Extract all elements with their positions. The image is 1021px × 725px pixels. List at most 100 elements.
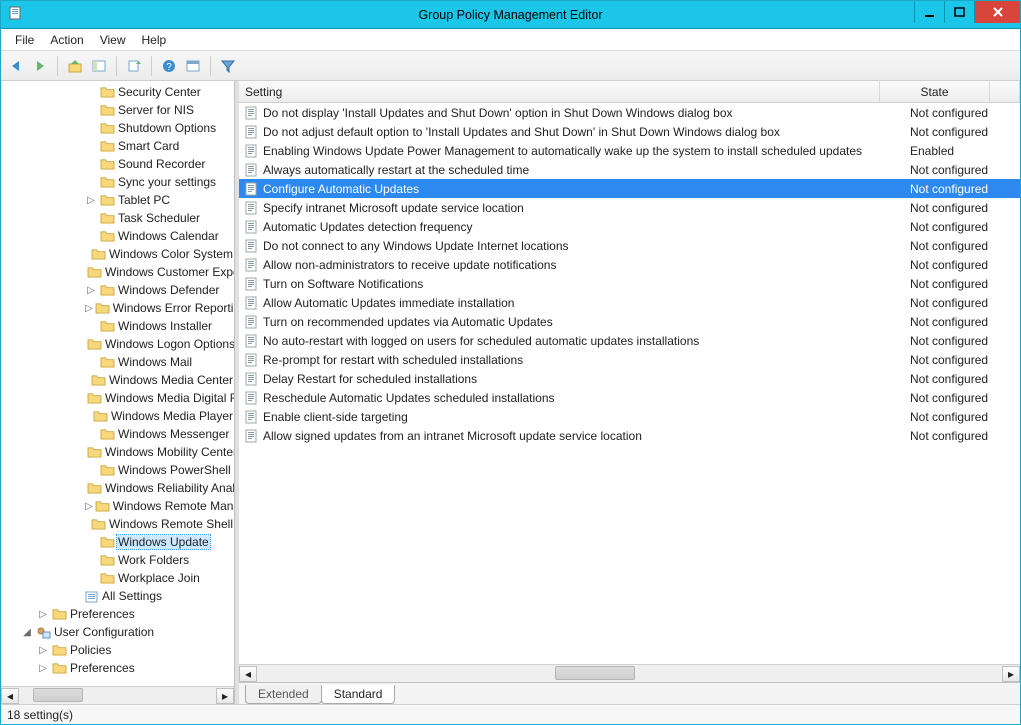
setting-row[interactable]: Allow Automatic Updates immediate instal… (239, 293, 1020, 312)
setting-row[interactable]: Reschedule Automatic Updates scheduled i… (239, 388, 1020, 407)
expand-icon[interactable]: ▷ (85, 501, 93, 512)
tree-item[interactable]: ▷Windows Remote Management (WinRM) (1, 497, 234, 515)
tree-item[interactable]: ▷Windows Defender (1, 281, 234, 299)
menu-view[interactable]: View (92, 31, 134, 49)
tree-item[interactable]: Workplace Join (1, 569, 234, 587)
tree-item-label: Windows Error Reporting (112, 301, 234, 315)
minimize-button[interactable] (914, 1, 944, 23)
setting-row[interactable]: Always automatically restart at the sche… (239, 160, 1020, 179)
setting-row[interactable]: Do not display 'Install Updates and Shut… (239, 103, 1020, 122)
scroll-right-button[interactable]: ▸ (1002, 666, 1020, 682)
tree-item-label: Task Scheduler (117, 211, 201, 225)
menu-help[interactable]: Help (134, 31, 175, 49)
column-header-setting[interactable]: Setting (239, 81, 880, 102)
column-header-state[interactable]: State (880, 81, 990, 102)
tree-item[interactable]: Windows Calendar (1, 227, 234, 245)
expand-icon[interactable]: ▷ (37, 645, 49, 656)
tree-item[interactable]: ▷Policies (1, 641, 234, 659)
setting-row[interactable]: Automatic Updates detection frequencyNot… (239, 217, 1020, 236)
setting-row[interactable]: Turn on recommended updates via Automati… (239, 312, 1020, 331)
setting-row[interactable]: Do not connect to any Windows Update Int… (239, 236, 1020, 255)
tree-item[interactable]: Smart Card (1, 137, 234, 155)
column-header-extra[interactable] (990, 81, 1020, 102)
tree-item[interactable]: Windows PowerShell (1, 461, 234, 479)
expand-icon[interactable]: ▷ (37, 663, 49, 674)
tree-item[interactable]: Windows Media Digital Rights Management (1, 389, 234, 407)
up-button[interactable] (64, 55, 86, 77)
expand-icon[interactable]: ▷ (85, 285, 97, 296)
tree-item-label: Windows Media Player (110, 409, 234, 423)
tree-item[interactable]: Windows Installer (1, 317, 234, 335)
tree-item[interactable]: All Settings (1, 587, 234, 605)
tree-item[interactable]: ▷Preferences (1, 659, 234, 677)
setting-name: Turn on recommended updates via Automati… (263, 315, 910, 329)
export-list-button[interactable] (123, 55, 145, 77)
tree-item[interactable]: Work Folders (1, 551, 234, 569)
scroll-left-button[interactable]: ◂ (239, 666, 257, 682)
tree-item[interactable]: Windows Update (1, 533, 234, 551)
tree-item[interactable]: Windows Color System (1, 245, 234, 263)
tab-standard[interactable]: Standard (321, 685, 396, 704)
setting-row[interactable]: Configure Automatic UpdatesNot configure… (239, 179, 1020, 198)
menu-action[interactable]: Action (42, 31, 91, 49)
tree-item[interactable]: Windows Media Player (1, 407, 234, 425)
close-button[interactable] (974, 1, 1020, 23)
settings-list[interactable]: Do not display 'Install Updates and Shut… (239, 103, 1020, 664)
tab-extended[interactable]: Extended (245, 685, 322, 704)
filter-button[interactable] (217, 55, 239, 77)
tree-item[interactable]: ▷ Windows Error Reporting (1, 299, 234, 317)
folder-icon (91, 517, 106, 531)
menu-file[interactable]: File (7, 31, 42, 49)
setting-row[interactable]: Turn on Software NotificationsNot config… (239, 274, 1020, 293)
forward-button[interactable] (29, 55, 51, 77)
help-button[interactable]: ? (158, 55, 180, 77)
policy-setting-icon (243, 124, 259, 140)
expand-icon[interactable]: ▷ (85, 303, 93, 314)
tree-item[interactable]: Security Center (1, 83, 234, 101)
setting-row[interactable]: Do not adjust default option to 'Install… (239, 122, 1020, 141)
tree-item[interactable]: Windows Mobility Center (1, 443, 234, 461)
scroll-left-button[interactable]: ◂ (1, 688, 19, 704)
setting-row[interactable]: Enable client-side targetingNot configur… (239, 407, 1020, 426)
tree-item[interactable]: ▷Tablet PC (1, 191, 234, 209)
back-button[interactable] (5, 55, 27, 77)
list-h-scrollbar[interactable]: ◂ ▸ (239, 664, 1020, 682)
policy-setting-icon (243, 428, 259, 444)
policy-setting-icon (243, 333, 259, 349)
setting-row[interactable]: Delay Restart for scheduled installation… (239, 369, 1020, 388)
setting-row[interactable]: Enabling Windows Update Power Management… (239, 141, 1020, 160)
maximize-button[interactable] (944, 1, 974, 23)
collapse-icon[interactable]: ◢ (21, 627, 33, 638)
tree-item[interactable]: Windows Media Center (1, 371, 234, 389)
setting-row[interactable]: Specify intranet Microsoft update servic… (239, 198, 1020, 217)
tree-item[interactable]: Windows Customer Experience Improvement … (1, 263, 234, 281)
folder-icon (99, 355, 115, 369)
tree-item-label: Workplace Join (117, 571, 201, 585)
tree-item[interactable]: ▷Preferences (1, 605, 234, 623)
show-hide-tree-button[interactable] (88, 55, 110, 77)
properties-button[interactable] (182, 55, 204, 77)
tree-h-scrollbar[interactable]: ◂ ▸ (1, 686, 234, 704)
setting-row[interactable]: Allow non-administrators to receive upda… (239, 255, 1020, 274)
tree-item[interactable]: Windows Messenger (1, 425, 234, 443)
tree-item[interactable]: Sound Recorder (1, 155, 234, 173)
setting-row[interactable]: Re-prompt for restart with scheduled ins… (239, 350, 1020, 369)
tree-item[interactable]: ◢User Configuration (1, 623, 234, 641)
tree-item-label: Windows Messenger (117, 427, 230, 441)
tree-item[interactable]: Shutdown Options (1, 119, 234, 137)
setting-state: Not configured (910, 182, 1020, 196)
scroll-right-button[interactable]: ▸ (216, 688, 234, 704)
setting-row[interactable]: Allow signed updates from an intranet Mi… (239, 426, 1020, 445)
expand-icon[interactable]: ▷ (85, 195, 97, 206)
tree-item[interactable]: Sync your settings (1, 173, 234, 191)
tree-item[interactable]: Windows Remote Shell (1, 515, 234, 533)
setting-row[interactable]: No auto-restart with logged on users for… (239, 331, 1020, 350)
navigation-tree[interactable]: Security CenterServer for NISShutdown Op… (1, 81, 234, 686)
tree-item[interactable]: Windows Logon Options (1, 335, 234, 353)
userconfig-icon (35, 625, 51, 639)
expand-icon[interactable]: ▷ (37, 609, 49, 620)
tree-item[interactable]: Windows Reliability Analysis (1, 479, 234, 497)
tree-item[interactable]: Task Scheduler (1, 209, 234, 227)
tree-item[interactable]: Windows Mail (1, 353, 234, 371)
tree-item[interactable]: Server for NIS (1, 101, 234, 119)
